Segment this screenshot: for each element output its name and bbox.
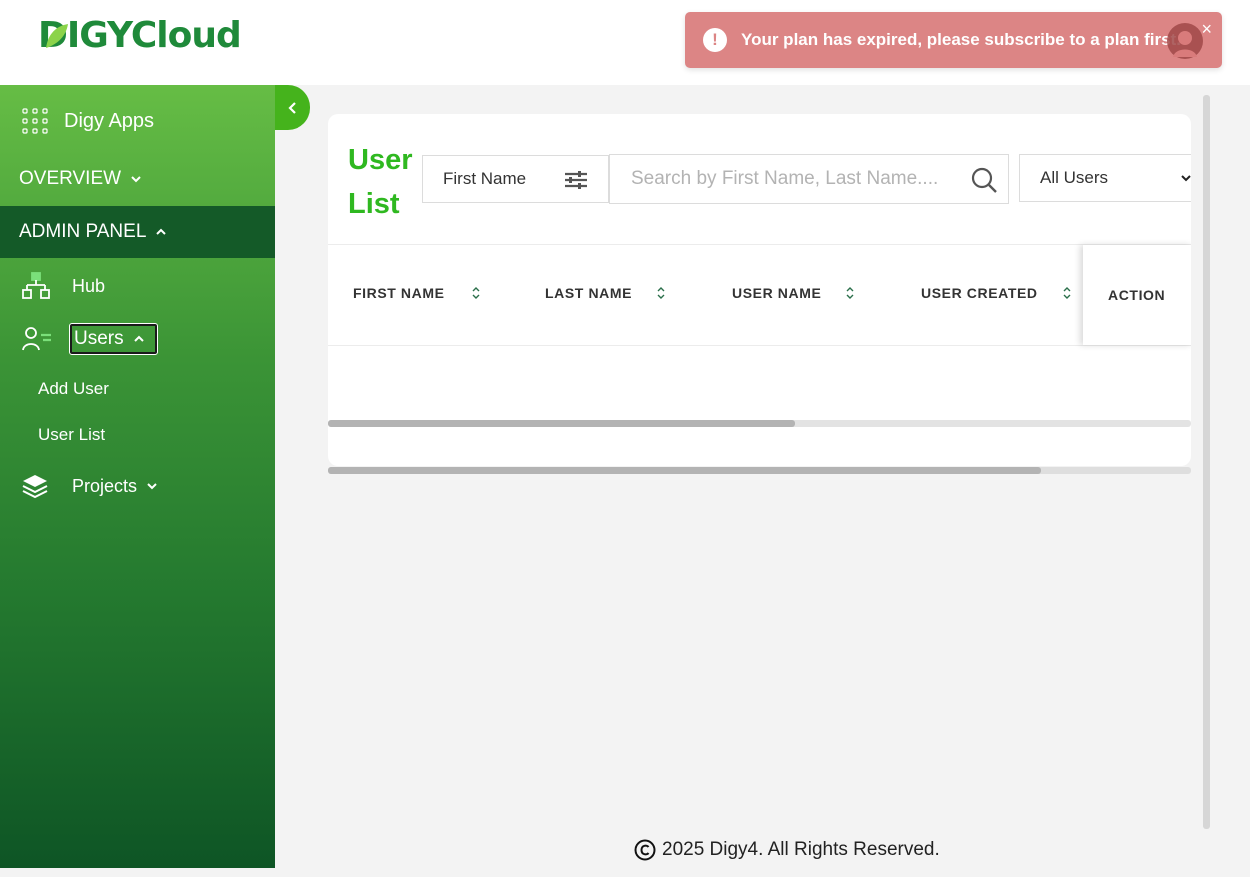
filter-field-value: First Name (443, 169, 527, 188)
sidebar-item-label: Digy Apps (64, 109, 155, 132)
copyright-icon (634, 839, 656, 861)
sidebar-item-user-list[interactable]: User List (38, 420, 238, 450)
users-toggle[interactable]: Users (69, 323, 158, 355)
column-label: USER CREATED (921, 285, 1038, 301)
chevron-left-icon (287, 101, 296, 114)
sidebar-item-label: Projects (72, 475, 138, 496)
logo-cloud-text: Cloud (130, 15, 242, 56)
digycloud-logo[interactable]: DIGYCloud (38, 14, 242, 58)
toast-message: Your plan has expired, please subscribe … (741, 30, 1181, 49)
layers-icon (22, 475, 48, 499)
footer-text: 2025 Digy4. All Rights Reserved. (662, 839, 940, 860)
filter-field-select[interactable]: First Name (422, 155, 609, 203)
sort-icon[interactable] (1062, 286, 1072, 300)
sidebar-item-label: Hub (72, 275, 106, 296)
sidebar-collapse-button[interactable] (275, 85, 310, 130)
sidebar-item-add-user[interactable]: Add User (38, 374, 238, 404)
search-input[interactable] (611, 156, 966, 202)
sidebar-item-projects[interactable]: Projects (0, 469, 275, 503)
footer: 2025 Digy4. All Rights Reserved. (634, 839, 940, 861)
sort-icon[interactable] (656, 286, 666, 300)
chevron-up-icon (133, 335, 144, 342)
user-type-select[interactable]: All Users (1019, 154, 1191, 202)
chevron-down-icon (1181, 175, 1191, 182)
column-header-user-created[interactable]: USER CREATED (921, 285, 1072, 301)
chevron-down-icon (131, 176, 141, 183)
page-title: User List (348, 144, 413, 220)
column-header-action: ACTION (1083, 245, 1191, 345)
scrollbar-thumb[interactable] (328, 420, 795, 427)
table-horizontal-scrollbar[interactable] (328, 420, 1191, 427)
sidebar-item-admin-panel[interactable]: ADMIN PANEL (0, 206, 275, 258)
sliders-icon (565, 171, 587, 189)
sidebar: Digy Apps OVERVIEW ADMIN PANEL Hub Users… (0, 85, 275, 868)
sidebar-item-label: ADMIN PANEL (19, 221, 147, 242)
user-list-card: User List First Name All Users FIRST NAM… (328, 114, 1191, 466)
column-label: LAST NAME (545, 285, 633, 301)
search-box (609, 154, 1009, 204)
user-type-value: All Users (1040, 168, 1109, 187)
column-label: ACTION (1108, 287, 1166, 303)
sidebar-item-hub[interactable]: Hub (0, 270, 275, 302)
close-icon[interactable]: × (1201, 20, 1212, 38)
sidebar-item-overview[interactable]: OVERVIEW (0, 163, 275, 195)
alert-circle-icon: ! (703, 28, 727, 52)
sidebar-item-label: Add User (38, 379, 109, 398)
plan-expired-toast[interactable]: ! Your plan has expired, please subscrib… (685, 12, 1222, 68)
page-vertical-scrollbar[interactable] (1203, 95, 1210, 829)
search-icon[interactable] (970, 166, 998, 194)
column-label: USER NAME (732, 285, 822, 301)
hierarchy-icon (22, 272, 50, 299)
column-label: FIRST NAME (353, 285, 445, 301)
apps-grid-icon (22, 108, 48, 134)
sidebar-item-label: User List (38, 425, 106, 444)
table-header: FIRST NAME LAST NAME USER NAME USER CREA… (328, 244, 1191, 346)
sidebar-item-digy-apps[interactable]: Digy Apps (0, 103, 275, 139)
chevron-up-icon (156, 228, 167, 235)
users-list-icon (22, 327, 51, 351)
column-header-last-name[interactable]: LAST NAME (545, 285, 666, 301)
sidebar-item-users[interactable]: Users (0, 322, 275, 356)
sidebar-item-label: Users (74, 328, 124, 349)
sort-icon[interactable] (845, 286, 855, 300)
column-header-first-name[interactable]: FIRST NAME (353, 285, 481, 301)
sort-icon[interactable] (471, 286, 481, 300)
sidebar-item-label: OVERVIEW (19, 168, 122, 189)
avatar (1167, 23, 1203, 59)
leaf-icon (46, 24, 68, 48)
scrollbar-thumb[interactable] (328, 467, 1041, 474)
chevron-down-icon (147, 483, 157, 490)
card-horizontal-scrollbar[interactable] (328, 467, 1191, 474)
column-header-user-name[interactable]: USER NAME (732, 285, 855, 301)
